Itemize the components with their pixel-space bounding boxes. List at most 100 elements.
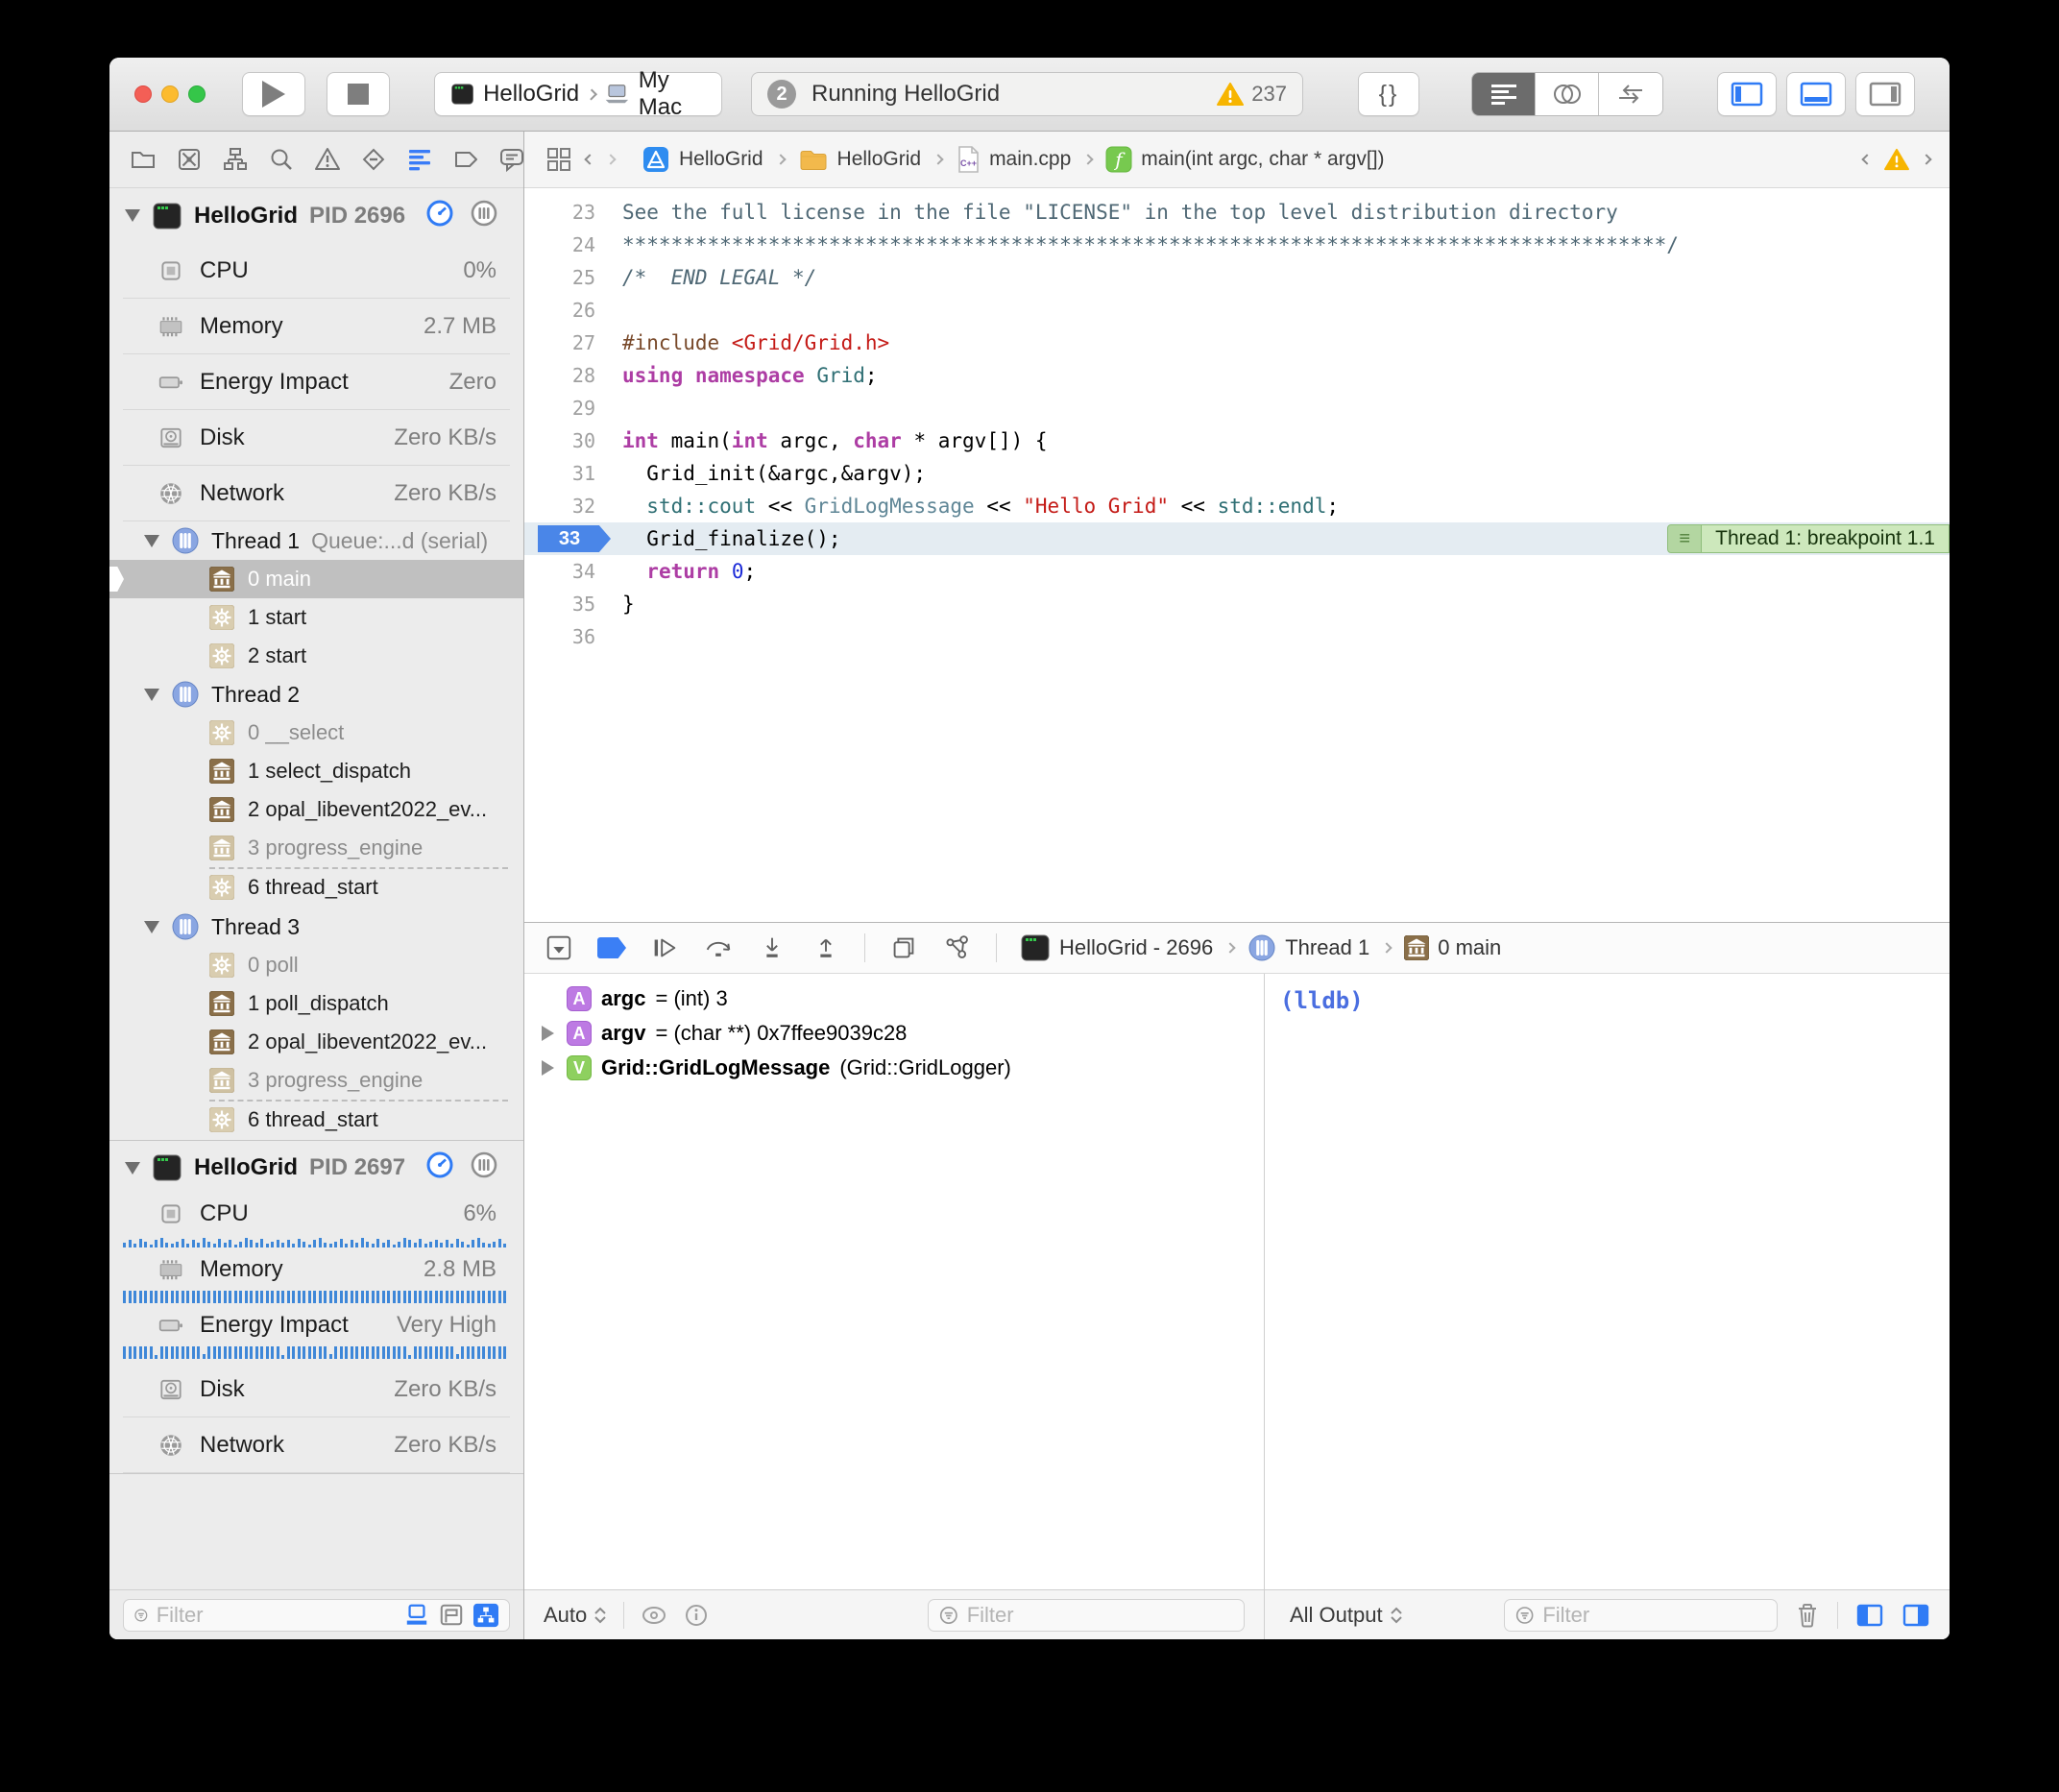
hide-debug-area-button[interactable]: [544, 932, 574, 963]
debug-jump-item[interactable]: HelloGrid - 2696: [1020, 932, 1213, 963]
code-text[interactable]: }: [595, 593, 635, 616]
line-number[interactable]: 26: [524, 294, 595, 327]
code-line[interactable]: 35}: [524, 588, 1950, 620]
frame-row[interactable]: 3 progress_engine: [109, 1061, 523, 1100]
source-editor[interactable]: 23See the full license in the file "LICE…: [524, 188, 1950, 922]
code-line[interactable]: 27#include <Grid/Grid.h>: [524, 327, 1950, 359]
toggle-navigator-button[interactable]: [1717, 72, 1777, 116]
code-snippet-button[interactable]: {}: [1358, 72, 1419, 116]
zoom-window-button[interactable]: [188, 85, 206, 103]
frame-row[interactable]: 2 opal_libevent2022_ev...: [109, 1023, 523, 1061]
code-line[interactable]: 33 Grid_finalize();≡Thread 1: breakpoint…: [524, 522, 1950, 555]
variable-row[interactable]: Aargv= (char **) 0x7ffee9039c28: [524, 1016, 1264, 1051]
code-line[interactable]: 25/* END LEGAL */: [524, 261, 1950, 294]
disclosure-triangle-icon[interactable]: [125, 209, 140, 222]
code-line[interactable]: 28using namespace Grid;: [524, 359, 1950, 392]
frame-row[interactable]: 1 select_dispatch: [109, 752, 523, 790]
code-text[interactable]: #include <Grid/Grid.h>: [595, 331, 889, 354]
frame-row[interactable]: 0 poll: [109, 946, 523, 984]
variables-filter-input[interactable]: [967, 1603, 1234, 1628]
console-scope-selector[interactable]: All Output: [1290, 1603, 1404, 1628]
process-header-row[interactable]: HelloGridPID 2696: [109, 188, 523, 243]
variable-row[interactable]: Aargc= (int) 3: [524, 981, 1264, 1016]
search-navigator-tab[interactable]: [267, 145, 296, 174]
breakpoints-toggle-button[interactable]: [597, 937, 626, 958]
assistant-editor-button[interactable]: [1536, 73, 1599, 115]
memory-graph-button[interactable]: [942, 932, 973, 963]
frame-row[interactable]: 3 progress_engine: [109, 829, 523, 867]
clear-console-button[interactable]: [1795, 1602, 1820, 1629]
breakpoint-navigator-tab[interactable]: [451, 145, 480, 174]
next-issue-button[interactable]: [1921, 154, 1931, 164]
variables-scope-selector[interactable]: Auto: [544, 1603, 608, 1628]
info-icon[interactable]: [684, 1603, 709, 1628]
stat-row-energy-impact[interactable]: Energy ImpactVery High: [109, 1306, 523, 1362]
code-text[interactable]: Grid_init(&argc,&argv);: [595, 462, 926, 485]
toggle-console-view-button[interactable]: [1902, 1603, 1930, 1628]
frame-row[interactable]: 6 thread_start: [109, 867, 523, 908]
thread-states-button[interactable]: [470, 1150, 498, 1185]
filter-hierarchy-icon[interactable]: [472, 1603, 499, 1628]
frame-row[interactable]: 6 thread_start: [109, 1100, 523, 1140]
close-window-button[interactable]: [134, 85, 152, 103]
code-text[interactable]: [595, 625, 622, 648]
disclosure-triangle-icon[interactable]: [125, 1162, 140, 1174]
line-number[interactable]: 28: [524, 359, 595, 392]
breakpoint-annotation[interactable]: ≡Thread 1: breakpoint 1.1: [1667, 524, 1950, 553]
code-text[interactable]: /* END LEGAL */: [595, 266, 816, 289]
stat-row-cpu[interactable]: CPU0%: [109, 243, 523, 299]
disclosure-triangle-icon[interactable]: [144, 921, 159, 933]
stat-row-network[interactable]: NetworkZero KB/s: [109, 466, 523, 521]
frame-row[interactable]: 0 main: [109, 560, 523, 598]
navigator-filter-field[interactable]: [123, 1599, 510, 1632]
console-filter-field[interactable]: [1504, 1599, 1778, 1632]
related-items-icon[interactable]: [545, 146, 572, 173]
previous-issue-button[interactable]: [1861, 154, 1872, 164]
code-line[interactable]: 31 Grid_init(&argc,&argv);: [524, 457, 1950, 490]
debug-navigator-tab[interactable]: [405, 145, 434, 174]
code-text[interactable]: return 0;: [595, 560, 756, 583]
thread-states-button[interactable]: [470, 199, 498, 233]
line-number[interactable]: 23: [524, 196, 595, 229]
quick-look-icon[interactable]: [640, 1605, 668, 1626]
code-line[interactable]: 26: [524, 294, 1950, 327]
symbol-navigator-tab[interactable]: [221, 145, 250, 174]
code-line[interactable]: 32 std::cout << GridLogMessage << "Hello…: [524, 490, 1950, 522]
frame-row[interactable]: 0 __select: [109, 714, 523, 752]
variable-row[interactable]: VGrid::GridLogMessage(Grid::GridLogger): [524, 1051, 1264, 1085]
step-over-button[interactable]: [703, 932, 734, 963]
frame-row[interactable]: 1 poll_dispatch: [109, 984, 523, 1023]
line-number[interactable]: 24: [524, 229, 595, 261]
stat-row-memory[interactable]: Memory2.8 MB: [109, 1250, 523, 1306]
toggle-inspectors-button[interactable]: [1855, 72, 1915, 116]
breadcrumb-item[interactable]: HelloGrid: [798, 146, 922, 173]
code-line[interactable]: 34 return 0;: [524, 555, 1950, 588]
breadcrumb-item[interactable]: fmain(int argc, char * argv[]): [1105, 146, 1384, 173]
version-editor-button[interactable]: [1599, 73, 1662, 115]
line-number[interactable]: 31: [524, 457, 595, 490]
test-navigator-tab[interactable]: [359, 145, 388, 174]
code-text[interactable]: std::cout << GridLogMessage << "Hello Gr…: [595, 495, 1339, 518]
toggle-variables-view-button[interactable]: [1855, 1603, 1884, 1628]
source-control-tab[interactable]: [175, 145, 204, 174]
debug-jump-item[interactable]: Thread 1: [1248, 933, 1369, 962]
disclosure-triangle-icon[interactable]: [538, 1060, 557, 1076]
breadcrumb-item[interactable]: C++main.cpp: [956, 145, 1071, 174]
frame-row[interactable]: 2 opal_libevent2022_ev...: [109, 790, 523, 829]
variables-view[interactable]: Aargc= (int) 3Aargv= (char **) 0x7ffee90…: [524, 974, 1265, 1589]
run-button[interactable]: [242, 72, 305, 116]
issue-warning-icon[interactable]: [1884, 148, 1909, 171]
debug-jump-item[interactable]: 0 main: [1404, 935, 1501, 960]
filter-running-icon[interactable]: [403, 1603, 430, 1628]
variables-filter-field[interactable]: [928, 1599, 1245, 1632]
forward-button[interactable]: [605, 154, 616, 164]
continue-button[interactable]: [649, 932, 680, 963]
gauges-button[interactable]: [425, 199, 454, 233]
minimize-window-button[interactable]: [161, 85, 179, 103]
breakpoint-badge[interactable]: 33: [538, 525, 611, 552]
code-line[interactable]: 23See the full license in the file "LICE…: [524, 196, 1950, 229]
disclosure-triangle-icon[interactable]: [144, 689, 159, 701]
code-line[interactable]: 30int main(int argc, char * argv[]) {: [524, 424, 1950, 457]
warning-indicator[interactable]: 237: [1217, 82, 1287, 107]
code-text[interactable]: ****************************************…: [595, 233, 1679, 256]
